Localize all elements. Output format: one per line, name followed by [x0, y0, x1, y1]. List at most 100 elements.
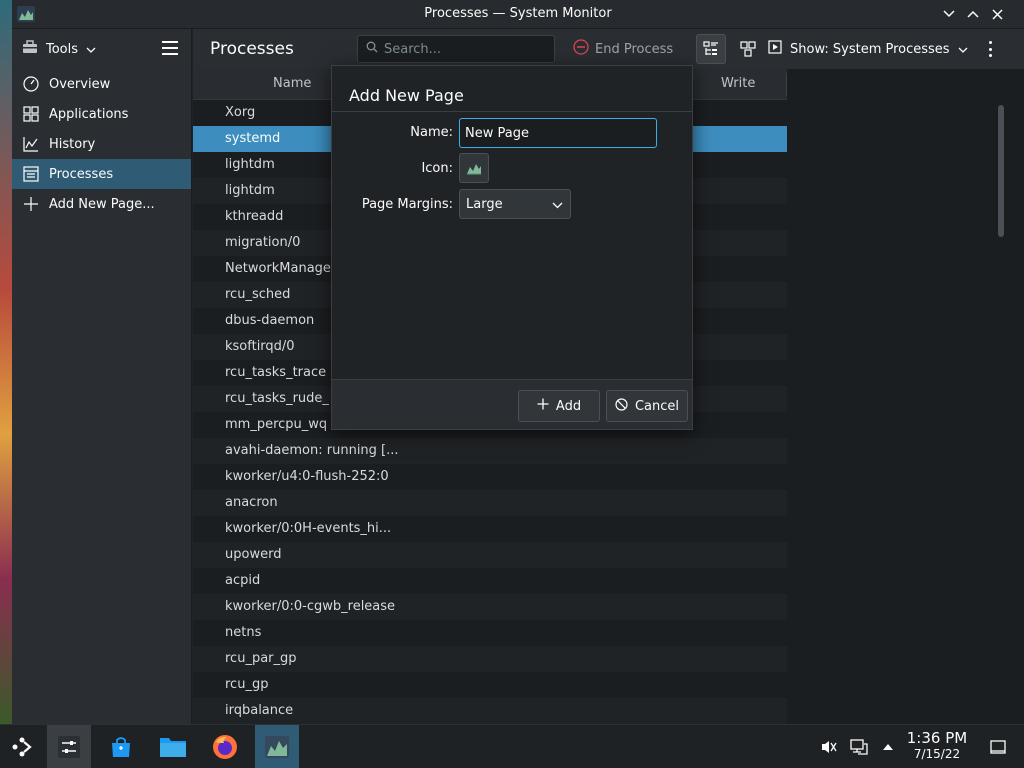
- taskbar-system-settings[interactable]: [47, 725, 91, 768]
- overview-icon: [22, 75, 40, 93]
- network-wired-icon[interactable]: [849, 737, 869, 757]
- icon-label: Icon:: [421, 161, 453, 176]
- store-bag-icon: [112, 737, 130, 757]
- list-view-icon: [703, 41, 718, 55]
- system-monitor-icon: [265, 736, 289, 758]
- chevron-down-icon: [958, 42, 968, 57]
- applications-icon: [22, 105, 40, 123]
- table-row[interactable]: upowerd: [193, 542, 787, 568]
- tools-menu-button[interactable]: Tools: [22, 37, 122, 61]
- firefox-icon: [213, 735, 237, 759]
- end-process-button[interactable]: End Process: [573, 37, 673, 61]
- volume-muted-icon[interactable]: [819, 737, 839, 757]
- show-desktop-icon[interactable]: [988, 737, 1008, 757]
- close-icon: [991, 8, 1003, 20]
- table-row[interactable]: anacron: [193, 490, 787, 516]
- chevron-down-icon: [552, 198, 563, 213]
- column-header-write[interactable]: Write: [721, 76, 755, 91]
- system-monitor-window: Processes — System Monitor Tools Process…: [12, 0, 1024, 724]
- layout-toggle[interactable]: [733, 34, 763, 64]
- dialog-footer: Add Cancel: [332, 379, 692, 429]
- close-button[interactable]: [988, 5, 1006, 23]
- sidebar-item-add-new-page[interactable]: Add New Page...: [12, 189, 191, 219]
- plus-icon: [537, 398, 549, 414]
- divider: [332, 111, 692, 112]
- settings-sliders-icon: [58, 736, 80, 758]
- sidebar-item-label: History: [49, 136, 96, 152]
- sidebar-item-label: Applications: [49, 106, 129, 122]
- search-icon: [366, 41, 378, 57]
- chevron-down-icon: [943, 10, 955, 18]
- tree-view-toggle[interactable]: [696, 34, 726, 64]
- launcher-icon: [12, 737, 32, 757]
- search-input[interactable]: [384, 41, 544, 57]
- icon-picker-button[interactable]: [459, 153, 489, 183]
- sidebar: Overview Applications History Processes …: [12, 69, 192, 724]
- grid-layout-icon: [740, 41, 756, 57]
- chevron-down-icon: [86, 42, 96, 57]
- desktop-wallpaper: [0, 0, 12, 724]
- column-header-name[interactable]: Name: [273, 76, 311, 91]
- processes-icon: [22, 165, 40, 183]
- clock-time: 1:36 PM: [906, 729, 968, 747]
- sidebar-item-label: Processes: [49, 166, 114, 182]
- add-button[interactable]: Add: [518, 390, 600, 422]
- add-label: Add: [555, 398, 582, 414]
- clock-date: 7/15/22: [913, 747, 961, 761]
- search-field[interactable]: [357, 35, 555, 63]
- sidebar-item-history[interactable]: History: [12, 129, 191, 159]
- plus-icon: [22, 195, 40, 213]
- table-row[interactable]: avahi-daemon: running [...: [193, 438, 787, 464]
- table-row[interactable]: rcu_gp: [193, 672, 787, 698]
- page-margins-label: Page Margins:: [361, 197, 453, 212]
- window-title: Processes — System Monitor: [424, 6, 612, 21]
- show-label: Show: System Processes: [790, 41, 950, 57]
- vertical-scrollbar[interactable]: [998, 105, 1004, 237]
- title-bar: Processes — System Monitor: [12, 0, 1024, 29]
- minimize-button[interactable]: [940, 5, 958, 23]
- more-options-icon[interactable]: [988, 41, 992, 57]
- stop-icon: [573, 39, 589, 59]
- taskbar-system-monitor[interactable]: [255, 725, 299, 768]
- table-row[interactable]: netns: [193, 620, 787, 646]
- taskbar-firefox[interactable]: [203, 725, 247, 768]
- sidebar-item-overview[interactable]: Overview: [12, 69, 191, 99]
- page-margins-value: Large: [466, 196, 503, 212]
- name-label: Name:: [410, 125, 453, 140]
- sidebar-item-processes[interactable]: Processes: [12, 159, 191, 189]
- taskbar: 1:36 PM 7/15/22: [0, 724, 1024, 768]
- sidebar-item-label: Overview: [49, 76, 111, 92]
- table-row[interactable]: irqbalance: [193, 698, 787, 724]
- page-margins-select[interactable]: Large: [459, 189, 571, 219]
- chevron-up-icon: [967, 10, 979, 18]
- system-monitor-icon: [467, 164, 481, 175]
- taskbar-discover[interactable]: [99, 725, 143, 768]
- toolbox-icon: [22, 40, 38, 58]
- taskbar-file-manager[interactable]: [151, 725, 195, 768]
- table-row[interactable]: rcu_par_gp: [193, 646, 787, 672]
- maximize-button[interactable]: [964, 5, 982, 23]
- sidebar-toolbar: Tools: [12, 29, 192, 69]
- sidebar-item-applications[interactable]: Applications: [12, 99, 191, 129]
- sidebar-item-label: Add New Page...: [49, 196, 155, 212]
- cancel-button[interactable]: Cancel: [606, 390, 688, 422]
- clock[interactable]: 1:36 PM 7/15/22: [895, 729, 979, 762]
- table-row[interactable]: acpid: [193, 568, 787, 594]
- dialog-title: Add New Page: [349, 86, 464, 105]
- show-processes-dropdown[interactable]: Show: System Processes: [768, 37, 968, 61]
- table-row[interactable]: kworker/u4:0-flush-252:0: [193, 464, 787, 490]
- hamburger-menu-icon[interactable]: [162, 41, 178, 55]
- history-icon: [22, 135, 40, 153]
- cancel-icon: [615, 397, 628, 415]
- cancel-label: Cancel: [634, 398, 680, 414]
- application-launcher[interactable]: [0, 725, 44, 768]
- end-process-label: End Process: [595, 41, 674, 57]
- play-icon: [768, 40, 782, 58]
- table-row[interactable]: kworker/0:0H-events_hi...: [193, 516, 787, 542]
- main-toolbar: Processes End Process Show: System Proce…: [193, 29, 1024, 69]
- page-title: Processes: [210, 39, 294, 59]
- folder-icon: [160, 738, 186, 757]
- name-field[interactable]: [459, 118, 657, 148]
- tools-label: Tools: [46, 41, 79, 57]
- table-row[interactable]: kworker/0:0-cgwb_release: [193, 594, 787, 620]
